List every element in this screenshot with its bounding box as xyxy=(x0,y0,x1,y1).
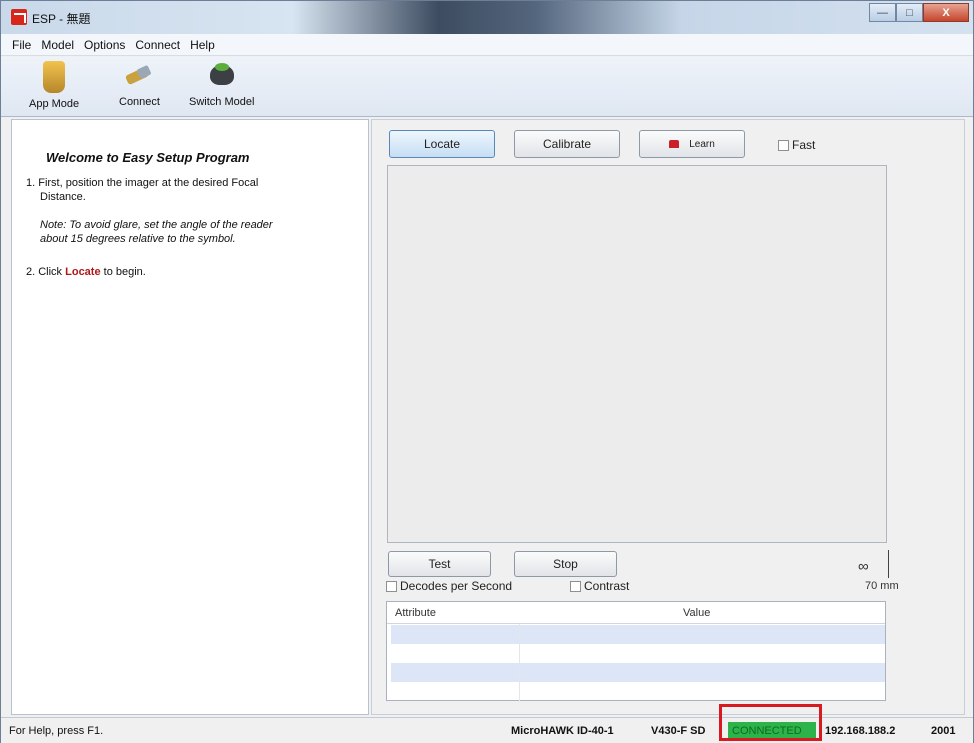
connect-label: Connect xyxy=(119,96,160,108)
firmware-version: V430-F SD xyxy=(651,725,706,737)
welcome-heading: Welcome to Easy Setup Program xyxy=(46,150,250,165)
window-title: ESP - 無題 xyxy=(32,12,91,26)
minimize-button[interactable]: — xyxy=(869,3,896,22)
maximize-button[interactable]: □ xyxy=(896,3,923,22)
fast-checkbox-box xyxy=(778,139,789,151)
table-header: Attribute Value xyxy=(387,602,885,624)
step-1-line-2: Distance. xyxy=(40,191,86,203)
instructions-pane: Welcome to Easy Setup Program 1. First, … xyxy=(11,119,369,715)
attribute-column-header[interactable]: Attribute xyxy=(395,607,436,619)
step-2-suffix: to begin. xyxy=(100,266,146,278)
table-row[interactable] xyxy=(391,682,885,701)
app-window: ESP - 無題 — □ X File Model Options Connec… xyxy=(0,0,974,743)
port-number: 2001 xyxy=(931,725,956,737)
learn-button[interactable]: Learn xyxy=(639,130,745,158)
table-row[interactable] xyxy=(391,625,885,644)
menu-model[interactable]: Model xyxy=(36,38,79,52)
app-mode-label: App Mode xyxy=(29,98,80,110)
focus-slider[interactable] xyxy=(888,550,889,578)
fast-label: Fast xyxy=(792,138,816,152)
step-2-locate-word: Locate xyxy=(65,266,101,278)
step-2-prefix: 2. Click xyxy=(26,266,66,278)
contrast-label: Contrast xyxy=(584,579,630,593)
learn-cap-icon xyxy=(669,140,680,148)
menu-help[interactable]: Help xyxy=(185,38,220,52)
note-line-2: about 15 degrees relative to the symbol. xyxy=(40,233,236,245)
connected-highlight-box xyxy=(719,704,822,741)
calibrate-button[interactable]: Calibrate xyxy=(514,130,620,158)
decodes-label: Decodes per Second xyxy=(400,579,513,593)
learn-label: Learn xyxy=(689,138,715,150)
app-logo-icon xyxy=(11,9,27,25)
glasses-icon: ∞ xyxy=(858,558,869,575)
decodes-per-second-checkbox[interactable]: Decodes per Second xyxy=(386,579,512,593)
menu-bar: File Model Options Connect Help xyxy=(1,34,973,56)
test-button[interactable]: Test xyxy=(388,551,491,577)
reader-device-icon xyxy=(207,59,237,91)
app-mode-button[interactable]: App Mode xyxy=(29,59,79,110)
help-hint: For Help, press F1. xyxy=(9,725,104,737)
table-row[interactable] xyxy=(391,644,885,663)
menu-file[interactable]: File xyxy=(7,38,36,52)
contrast-checkbox-box xyxy=(570,580,581,592)
table-row[interactable] xyxy=(391,663,885,682)
status-bar: For Help, press F1. MicroHAWK ID-40-1 V4… xyxy=(1,717,973,743)
connect-button[interactable]: Connect xyxy=(119,59,160,108)
image-preview xyxy=(387,165,887,543)
toolbar: App Mode Connect Switch Model xyxy=(1,57,973,117)
menu-connect[interactable]: Connect xyxy=(130,38,185,52)
title-bar[interactable]: ESP - 無題 — □ X xyxy=(1,1,973,34)
value-column-header[interactable]: Value xyxy=(683,607,710,619)
column-divider xyxy=(519,624,520,701)
model-name: MicroHAWK ID-40-1 xyxy=(511,725,614,737)
decodes-checkbox-box xyxy=(386,580,397,592)
menu-options[interactable]: Options xyxy=(79,38,130,52)
ip-address: 192.168.188.2 xyxy=(825,725,896,737)
step-2: 2. Click Locate to begin. xyxy=(26,265,146,279)
connect-icon xyxy=(124,59,154,91)
fast-checkbox[interactable]: Fast xyxy=(778,138,815,152)
note-line-1: Note: To avoid glare, set the angle of t… xyxy=(40,219,273,231)
contrast-checkbox[interactable]: Contrast xyxy=(570,579,629,593)
stop-button[interactable]: Stop xyxy=(514,551,617,577)
close-button[interactable]: X xyxy=(923,3,969,22)
step-1-line-1: 1. First, position the imager at the des… xyxy=(26,177,259,189)
switch-model-label: Switch Model xyxy=(189,96,255,108)
results-table: Attribute Value xyxy=(386,601,886,701)
app-mode-icon xyxy=(43,61,66,93)
locate-button[interactable]: Locate xyxy=(389,130,495,158)
switch-model-button[interactable]: Switch Model xyxy=(189,59,254,108)
focus-distance: 70 mm xyxy=(865,580,899,592)
